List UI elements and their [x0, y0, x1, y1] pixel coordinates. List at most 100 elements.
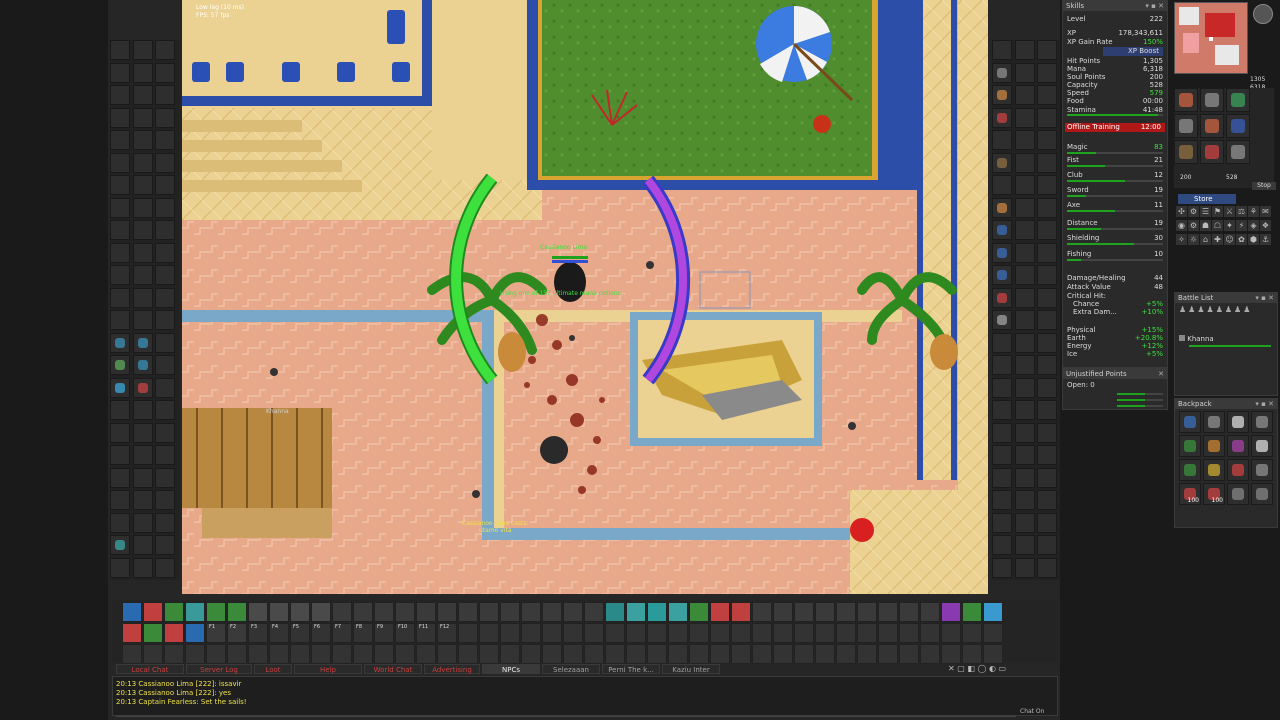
- inventory-slot[interactable]: [1037, 220, 1057, 240]
- hotkey-slot[interactable]: [584, 602, 604, 622]
- control-button-icon[interactable]: ⚡: [1236, 220, 1247, 231]
- inventory-slot[interactable]: [110, 287, 130, 308]
- hotkey-slot[interactable]: [899, 602, 919, 622]
- inventory-slot[interactable]: [992, 422, 1012, 443]
- store-button[interactable]: Store: [1178, 194, 1236, 204]
- hotkey-slot[interactable]: [962, 602, 982, 622]
- inventory-slot[interactable]: [132, 40, 153, 60]
- inventory-slot[interactable]: [1014, 445, 1035, 465]
- hotkey-slot[interactable]: [479, 602, 499, 622]
- hotkey-slot[interactable]: [521, 602, 541, 622]
- inventory-slot[interactable]: [155, 377, 175, 398]
- inventory-slot[interactable]: [992, 62, 1012, 83]
- inventory-slot[interactable]: [1014, 355, 1035, 375]
- hotkey-slot[interactable]: F9: [374, 623, 394, 643]
- hotkey-slot[interactable]: [731, 602, 751, 622]
- chat-tab[interactable]: Advertising: [424, 664, 480, 674]
- inventory-slot[interactable]: [155, 400, 175, 420]
- inventory-slot[interactable]: [132, 130, 153, 150]
- inventory-slot[interactable]: [132, 152, 153, 173]
- inventory-slot[interactable]: [1014, 265, 1035, 285]
- inventory-slot[interactable]: [992, 265, 1012, 285]
- hotkey-slot[interactable]: [395, 644, 415, 664]
- hotkey-slot[interactable]: [563, 644, 583, 664]
- inventory-slot[interactable]: [110, 152, 130, 173]
- hotkey-slot[interactable]: [458, 644, 478, 664]
- control-button-icon[interactable]: ❖: [1260, 220, 1271, 231]
- control-button-icon[interactable]: ✧: [1176, 234, 1187, 245]
- inventory-slot[interactable]: [1014, 332, 1035, 353]
- backpack-slot[interactable]: [1203, 411, 1225, 433]
- hotkey-slot[interactable]: [773, 623, 793, 643]
- inventory-slot[interactable]: [992, 310, 1012, 330]
- chat-tab[interactable]: Perni The k...: [602, 664, 660, 674]
- inventory-slot[interactable]: [1037, 310, 1057, 330]
- inventory-slot[interactable]: [1014, 85, 1035, 105]
- inventory-slot[interactable]: [132, 445, 153, 465]
- inventory-slot[interactable]: [132, 557, 153, 578]
- inventory-slot[interactable]: [992, 40, 1012, 60]
- panel-controls-icon[interactable]: ▾ ▪ ✕: [1255, 399, 1274, 409]
- hotkey-slot[interactable]: [311, 602, 331, 622]
- inventory-slot[interactable]: [155, 422, 175, 443]
- hotkey-slot[interactable]: [206, 602, 226, 622]
- inventory-slot[interactable]: [132, 512, 153, 533]
- inventory-slot[interactable]: [110, 422, 130, 443]
- hotkey-slot[interactable]: [353, 602, 373, 622]
- equipment-slot[interactable]: [1200, 140, 1224, 164]
- inventory-slot[interactable]: [155, 220, 175, 240]
- unjustified-points-title[interactable]: Unjustified Points ✕: [1063, 369, 1167, 379]
- hotkey-slot[interactable]: [731, 623, 751, 643]
- inventory-slot[interactable]: [992, 400, 1012, 420]
- hotkey-slot[interactable]: [248, 602, 268, 622]
- inventory-slot[interactable]: [110, 242, 130, 263]
- inventory-slot[interactable]: [1014, 40, 1035, 60]
- hotkey-slot[interactable]: [479, 623, 499, 643]
- backpack-slot[interactable]: [1179, 435, 1201, 457]
- inventory-slot[interactable]: [110, 40, 130, 60]
- hotkey-slot[interactable]: [962, 623, 982, 643]
- hotkey-slot[interactable]: [920, 602, 940, 622]
- panel-controls-icon[interactable]: ▾ ▪ ✕: [1255, 293, 1274, 303]
- inventory-slot[interactable]: [1037, 535, 1057, 555]
- inventory-slot[interactable]: [992, 175, 1012, 195]
- inventory-slot[interactable]: [155, 152, 175, 173]
- hotkey-slot[interactable]: [374, 602, 394, 622]
- equipment-slot[interactable]: [1174, 140, 1198, 164]
- inventory-slot[interactable]: [110, 85, 130, 105]
- backpack-slot[interactable]: [1251, 459, 1273, 481]
- hotkey-slot[interactable]: [206, 644, 226, 664]
- backpack-slot[interactable]: [1227, 459, 1249, 481]
- hotkey-slot[interactable]: [773, 644, 793, 664]
- inventory-slot[interactable]: [992, 377, 1012, 398]
- hotkey-slot[interactable]: [647, 644, 667, 664]
- inventory-slot[interactable]: [1014, 467, 1035, 488]
- hotkey-slot[interactable]: [185, 602, 205, 622]
- skills-panel-title[interactable]: Skills ▾ ▪ ✕: [1063, 1, 1167, 11]
- hotkey-slot[interactable]: [941, 602, 961, 622]
- equipment-slot[interactable]: [1226, 114, 1250, 138]
- inventory-slot[interactable]: [992, 152, 1012, 173]
- hotkey-slot[interactable]: [353, 644, 373, 664]
- game-map-canvas[interactable]: [182, 0, 988, 594]
- inventory-slot[interactable]: [155, 355, 175, 375]
- hotkey-slot[interactable]: [983, 623, 1003, 643]
- hotkey-slot[interactable]: [185, 623, 205, 643]
- inventory-slot[interactable]: [992, 355, 1012, 375]
- hotkey-slot[interactable]: [815, 644, 835, 664]
- hotkey-slot[interactable]: [269, 644, 289, 664]
- hotkey-slot[interactable]: [164, 644, 184, 664]
- inventory-slot[interactable]: [1037, 355, 1057, 375]
- inventory-slot[interactable]: [110, 130, 130, 150]
- inventory-slot[interactable]: [132, 400, 153, 420]
- inventory-slot[interactable]: [155, 535, 175, 555]
- hotkey-slot[interactable]: [920, 623, 940, 643]
- inventory-slot[interactable]: [155, 175, 175, 195]
- hotkey-slot[interactable]: [878, 623, 898, 643]
- inventory-slot[interactable]: [110, 310, 130, 330]
- inventory-slot[interactable]: [1014, 400, 1035, 420]
- chat-input[interactable]: [116, 708, 1016, 717]
- inventory-slot[interactable]: [992, 107, 1012, 128]
- inventory-slot[interactable]: [110, 512, 130, 533]
- hotkey-slot[interactable]: [941, 644, 961, 664]
